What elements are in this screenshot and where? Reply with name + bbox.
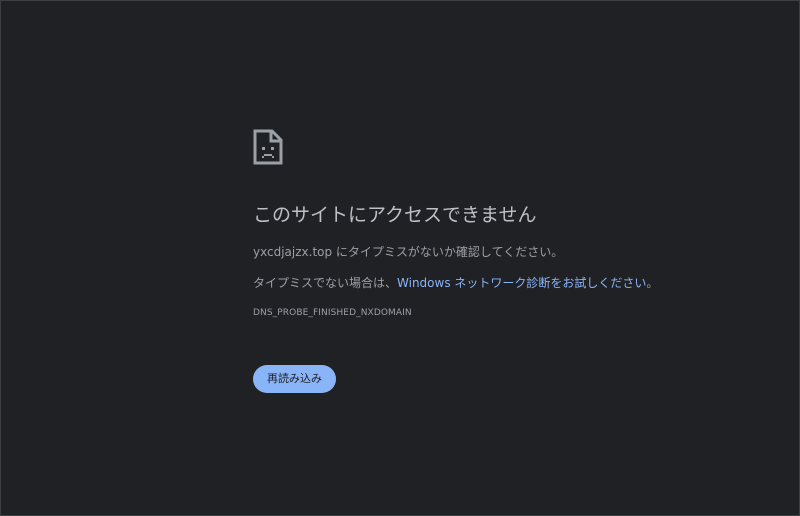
error-message: yxcdjajzx.top にタイプミスがないか確認してください。 bbox=[253, 244, 773, 260]
sad-document-icon bbox=[253, 129, 773, 165]
reload-button[interactable]: 再読み込み bbox=[253, 365, 336, 393]
error-domain: yxcdjajzx.top bbox=[253, 245, 333, 259]
error-content: このサイトにアクセスできません yxcdjajzx.top にタイプミスがないか… bbox=[253, 129, 773, 393]
error-code: DNS_PROBE_FINISHED_NXDOMAIN bbox=[253, 308, 412, 318]
error-message-text: にタイプミスがないか確認してください。 bbox=[332, 245, 564, 259]
error-hint: タイプミスでない場合は、Windows ネットワーク診断をお試しください。 bbox=[253, 275, 773, 291]
network-diagnostics-link[interactable]: Windows ネットワーク診断をお試しください bbox=[397, 276, 646, 290]
hint-suffix: 。 bbox=[646, 276, 659, 290]
hint-prefix: タイプミスでない場合は、 bbox=[253, 276, 398, 290]
browser-error-page: このサイトにアクセスできません yxcdjajzx.top にタイプミスがないか… bbox=[0, 0, 800, 516]
error-title: このサイトにアクセスできません bbox=[253, 204, 537, 226]
